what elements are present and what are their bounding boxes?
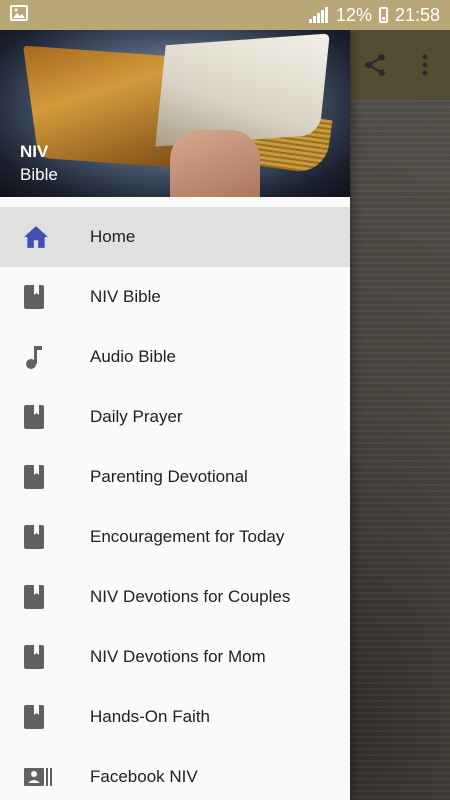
drawer-title: NIV: [20, 142, 49, 161]
menu-item-parenting-devotional[interactable]: Parenting Devotional: [0, 447, 350, 507]
home-icon: [0, 225, 90, 249]
contact-card-icon: [0, 766, 90, 788]
menu-item-niv-devotions-for-mom[interactable]: NIV Devotions for Mom: [0, 627, 350, 687]
book-icon: [0, 644, 90, 670]
status-left: [10, 4, 28, 26]
book-icon: [0, 284, 90, 310]
signal-icon: [308, 7, 328, 23]
menu-item-niv-bible[interactable]: NIV Bible: [0, 267, 350, 327]
menu-item-home[interactable]: Home: [0, 207, 350, 267]
image-icon: [10, 4, 28, 26]
menu-item-audio-bible[interactable]: Audio Bible: [0, 327, 350, 387]
book-icon: [0, 704, 90, 730]
status-right: 12% 21:58: [308, 4, 440, 26]
drawer-subtitle: Bible: [20, 165, 58, 184]
book-icon: [0, 584, 90, 610]
menu-label: Home: [90, 227, 136, 246]
share-icon[interactable]: [357, 47, 393, 83]
menu-label: NIV Devotions for Couples: [90, 587, 291, 606]
navigation-drawer: NIV Bible Home NIV Bible Audio Bible Dai…: [0, 30, 350, 800]
menu-label: Audio Bible: [90, 347, 177, 366]
status-bar: 12% 21:58: [0, 0, 450, 30]
menu-label: Hands-On Faith: [90, 707, 210, 726]
menu-item-hands-on-faith[interactable]: Hands-On Faith: [0, 687, 350, 747]
battery-percent: 12%: [335, 4, 372, 25]
menu-label: Facebook NIV: [90, 767, 198, 786]
header-image-hands: [170, 130, 260, 197]
more-vert-icon[interactable]: [407, 47, 443, 83]
menu-item-facebook-niv[interactable]: Facebook NIV: [0, 747, 350, 800]
book-icon: [0, 404, 90, 430]
header-image-book-right: [155, 33, 330, 147]
menu-label: Encouragement for Today: [90, 527, 285, 546]
menu-label: NIV Bible: [90, 287, 161, 306]
toolbar-actions: [350, 30, 450, 100]
menu-label: Parenting Devotional: [90, 467, 248, 486]
clock: 21:58: [394, 4, 440, 25]
menu-label: NIV Devotions for Mom: [90, 647, 266, 666]
menu-item-encouragement-for-today[interactable]: Encouragement for Today: [0, 507, 350, 567]
menu-item-daily-prayer[interactable]: Daily Prayer: [0, 387, 350, 447]
music-note-icon: [0, 344, 90, 370]
menu-item-niv-devotions-for-couples[interactable]: NIV Devotions for Couples: [0, 567, 350, 627]
book-icon: [0, 524, 90, 550]
drawer-header: NIV Bible: [0, 30, 350, 197]
book-icon: [0, 464, 90, 490]
battery-charging-icon: [378, 7, 388, 23]
menu-label: Daily Prayer: [90, 407, 183, 426]
drawer-menu: Home NIV Bible Audio Bible Daily Prayer …: [0, 197, 350, 800]
